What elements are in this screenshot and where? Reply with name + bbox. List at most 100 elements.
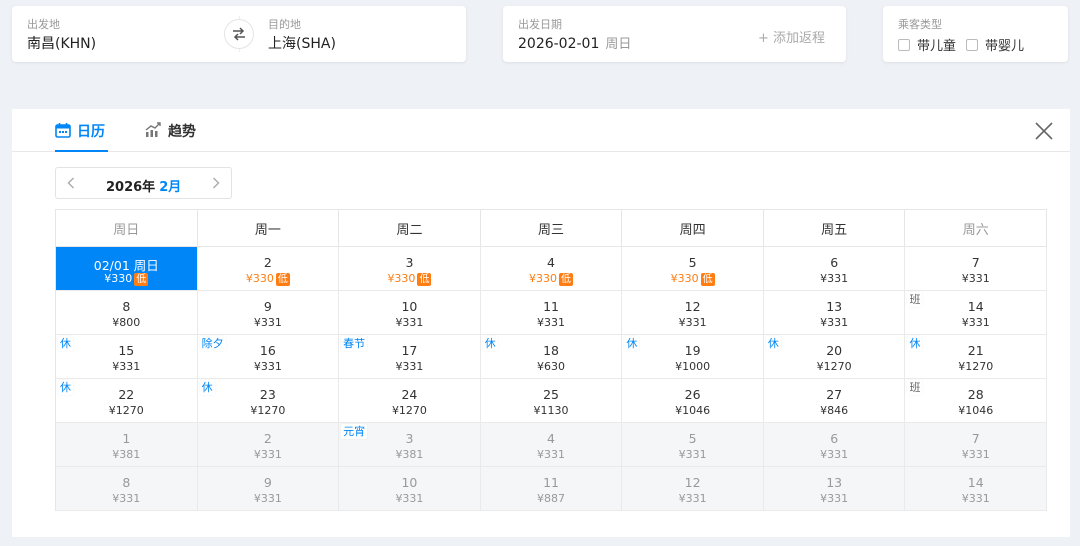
date-cell[interactable]: 1 ¥381 (56, 423, 198, 467)
date-cell[interactable]: 13 ¥331 (763, 467, 906, 511)
date-cell[interactable]: 11 ¥887 (480, 467, 623, 511)
with-child-checkbox[interactable]: 带儿童 (898, 35, 956, 54)
date-cell[interactable]: 12 ¥331 (622, 467, 764, 511)
date-cell[interactable]: 8 ¥331 (56, 467, 198, 511)
date-number: 26 (684, 387, 701, 402)
prev-month-button[interactable] (58, 168, 84, 198)
date-cell[interactable]: 8 ¥800 (56, 291, 198, 335)
week-row: 02/01 周日 ¥330 低 2 ¥330 低 3 ¥330 低 4 ¥330 低 5 ¥330 低 6 ¥3… (56, 247, 1048, 291)
date-cell[interactable]: 5 ¥331 (622, 423, 764, 467)
tab-trend[interactable]: 趋势 (145, 121, 196, 152)
date-card[interactable]: 出发日期 2026-02-01 周日 + 添加返程 (503, 6, 846, 62)
price-value: ¥331 (678, 448, 707, 461)
date-number: 27 (826, 387, 843, 402)
weekday-header: 周三 (480, 210, 623, 247)
with-child-label: 带儿童 (917, 39, 957, 54)
date-price: ¥331 (198, 448, 339, 461)
date-cell[interactable]: 26 ¥1046 (622, 379, 764, 423)
date-price: ¥331 (198, 492, 339, 505)
date-cell[interactable]: 9 ¥331 (197, 291, 340, 335)
date-cell[interactable]: 休 20 ¥1270 (763, 335, 906, 379)
date-number: 13 (826, 475, 843, 490)
price-value: ¥330 (387, 272, 416, 285)
price-value: ¥331 (961, 448, 990, 461)
add-return-button[interactable]: + 添加返程 (758, 27, 825, 46)
tab-trend-label: 趋势 (168, 124, 196, 140)
to-field[interactable]: 目的地 上海(SHA) (255, 6, 466, 62)
date-cell[interactable]: 春节 17 ¥331 (339, 335, 481, 379)
date-number: 20 (826, 343, 843, 358)
date-number: 12 (684, 475, 701, 490)
next-month-button[interactable] (203, 168, 229, 198)
date-cell[interactable]: 13 ¥331 (763, 291, 906, 335)
date-number: 5 (688, 431, 697, 446)
price-value: ¥1000 (675, 360, 711, 373)
swap-button[interactable] (224, 19, 254, 49)
date-cell[interactable]: 7 ¥331 (905, 423, 1048, 467)
from-field[interactable]: 出发地 南昌(KHN) (12, 6, 224, 62)
date-weekday: 周日 (605, 37, 632, 52)
date-number: 10 (401, 299, 418, 314)
date-number: 11 (543, 475, 559, 490)
calendar-panel: 日历 趋势 2026年 2月 周日 周一 周二 周三 周四 周五 周六 02/0… (12, 109, 1070, 537)
date-text: 2026-02-01 (518, 36, 600, 52)
tab-calendar-label: 日历 (77, 124, 105, 140)
weekday-header: 周六 (905, 210, 1048, 247)
date-number: 7 (971, 255, 980, 270)
tab-calendar[interactable]: 日历 (55, 121, 108, 152)
date-cell[interactable]: 休 21 ¥1270 (905, 335, 1048, 379)
date-cell[interactable]: 02/01 周日 ¥330 低 (56, 247, 198, 291)
date-cell[interactable]: 25 ¥1130 (480, 379, 623, 423)
chevron-left-icon (67, 177, 74, 189)
date-cell[interactable]: 除夕 16 ¥331 (197, 335, 340, 379)
date-price: ¥331 (56, 360, 197, 373)
date-cell[interactable]: 班 14 ¥331 (905, 291, 1048, 335)
date-price: ¥330 低 (339, 272, 480, 286)
date-cell[interactable]: 4 ¥331 (480, 423, 623, 467)
date-price: ¥1130 (481, 404, 622, 417)
date-price: ¥331 (481, 316, 622, 329)
date-price: ¥381 (339, 448, 480, 461)
checkbox-box[interactable] (966, 38, 978, 51)
price-value: ¥630 (537, 360, 566, 373)
date-cell[interactable]: 3 ¥330 低 (339, 247, 481, 291)
date-cell[interactable]: 9 ¥331 (197, 467, 340, 511)
low-price-badge: 低 (700, 273, 715, 286)
date-cell[interactable]: 休 15 ¥331 (56, 335, 198, 379)
month-navigator: 2026年 2月 (55, 167, 232, 199)
date-cell[interactable]: 休 22 ¥1270 (56, 379, 198, 423)
price-value: ¥331 (253, 316, 282, 329)
date-cell[interactable]: 4 ¥330 低 (480, 247, 623, 291)
price-value: ¥331 (253, 492, 282, 505)
date-cell[interactable]: 24 ¥1270 (339, 379, 481, 423)
date-cell[interactable]: 27 ¥846 (763, 379, 906, 423)
date-cell[interactable]: 7 ¥331 (905, 247, 1048, 291)
with-infant-checkbox[interactable]: 带婴儿 (966, 35, 1024, 54)
date-cell[interactable]: 14 ¥331 (905, 467, 1048, 511)
price-value: ¥331 (678, 316, 707, 329)
date-cell[interactable]: 6 ¥331 (763, 423, 906, 467)
date-cell[interactable]: 2 ¥330 低 (197, 247, 340, 291)
date-cell[interactable]: 12 ¥331 (622, 291, 764, 335)
passenger-type-card: 乘客类型 带儿童 带婴儿 (883, 6, 1068, 62)
date-cell[interactable]: 休 18 ¥630 (480, 335, 623, 379)
date-number: 4 (547, 255, 555, 270)
checkbox-box[interactable] (898, 38, 910, 51)
date-cell[interactable]: 10 ¥331 (339, 467, 481, 511)
date-cell[interactable]: 6 ¥331 (763, 247, 906, 291)
route-card: 出发地 南昌(KHN) 目的地 上海(SHA) (12, 6, 466, 62)
weekday-header: 周日 (56, 210, 198, 247)
current-year: 2026年 (106, 180, 156, 195)
date-cell[interactable]: 休 23 ¥1270 (197, 379, 340, 423)
to-value: 上海(SHA) (268, 36, 336, 52)
date-cell[interactable]: 5 ¥330 低 (622, 247, 764, 291)
date-cell[interactable]: 10 ¥331 (339, 291, 481, 335)
date-cell[interactable]: 元宵 3 ¥381 (339, 423, 481, 467)
date-cell[interactable]: 11 ¥331 (480, 291, 623, 335)
price-value: ¥331 (395, 360, 424, 373)
date-cell[interactable]: 2 ¥331 (197, 423, 340, 467)
date-cell[interactable]: 休 19 ¥1000 (622, 335, 764, 379)
price-value: ¥331 (537, 316, 566, 329)
close-button[interactable] (1033, 120, 1055, 142)
date-cell[interactable]: 班 28 ¥1046 (905, 379, 1048, 423)
